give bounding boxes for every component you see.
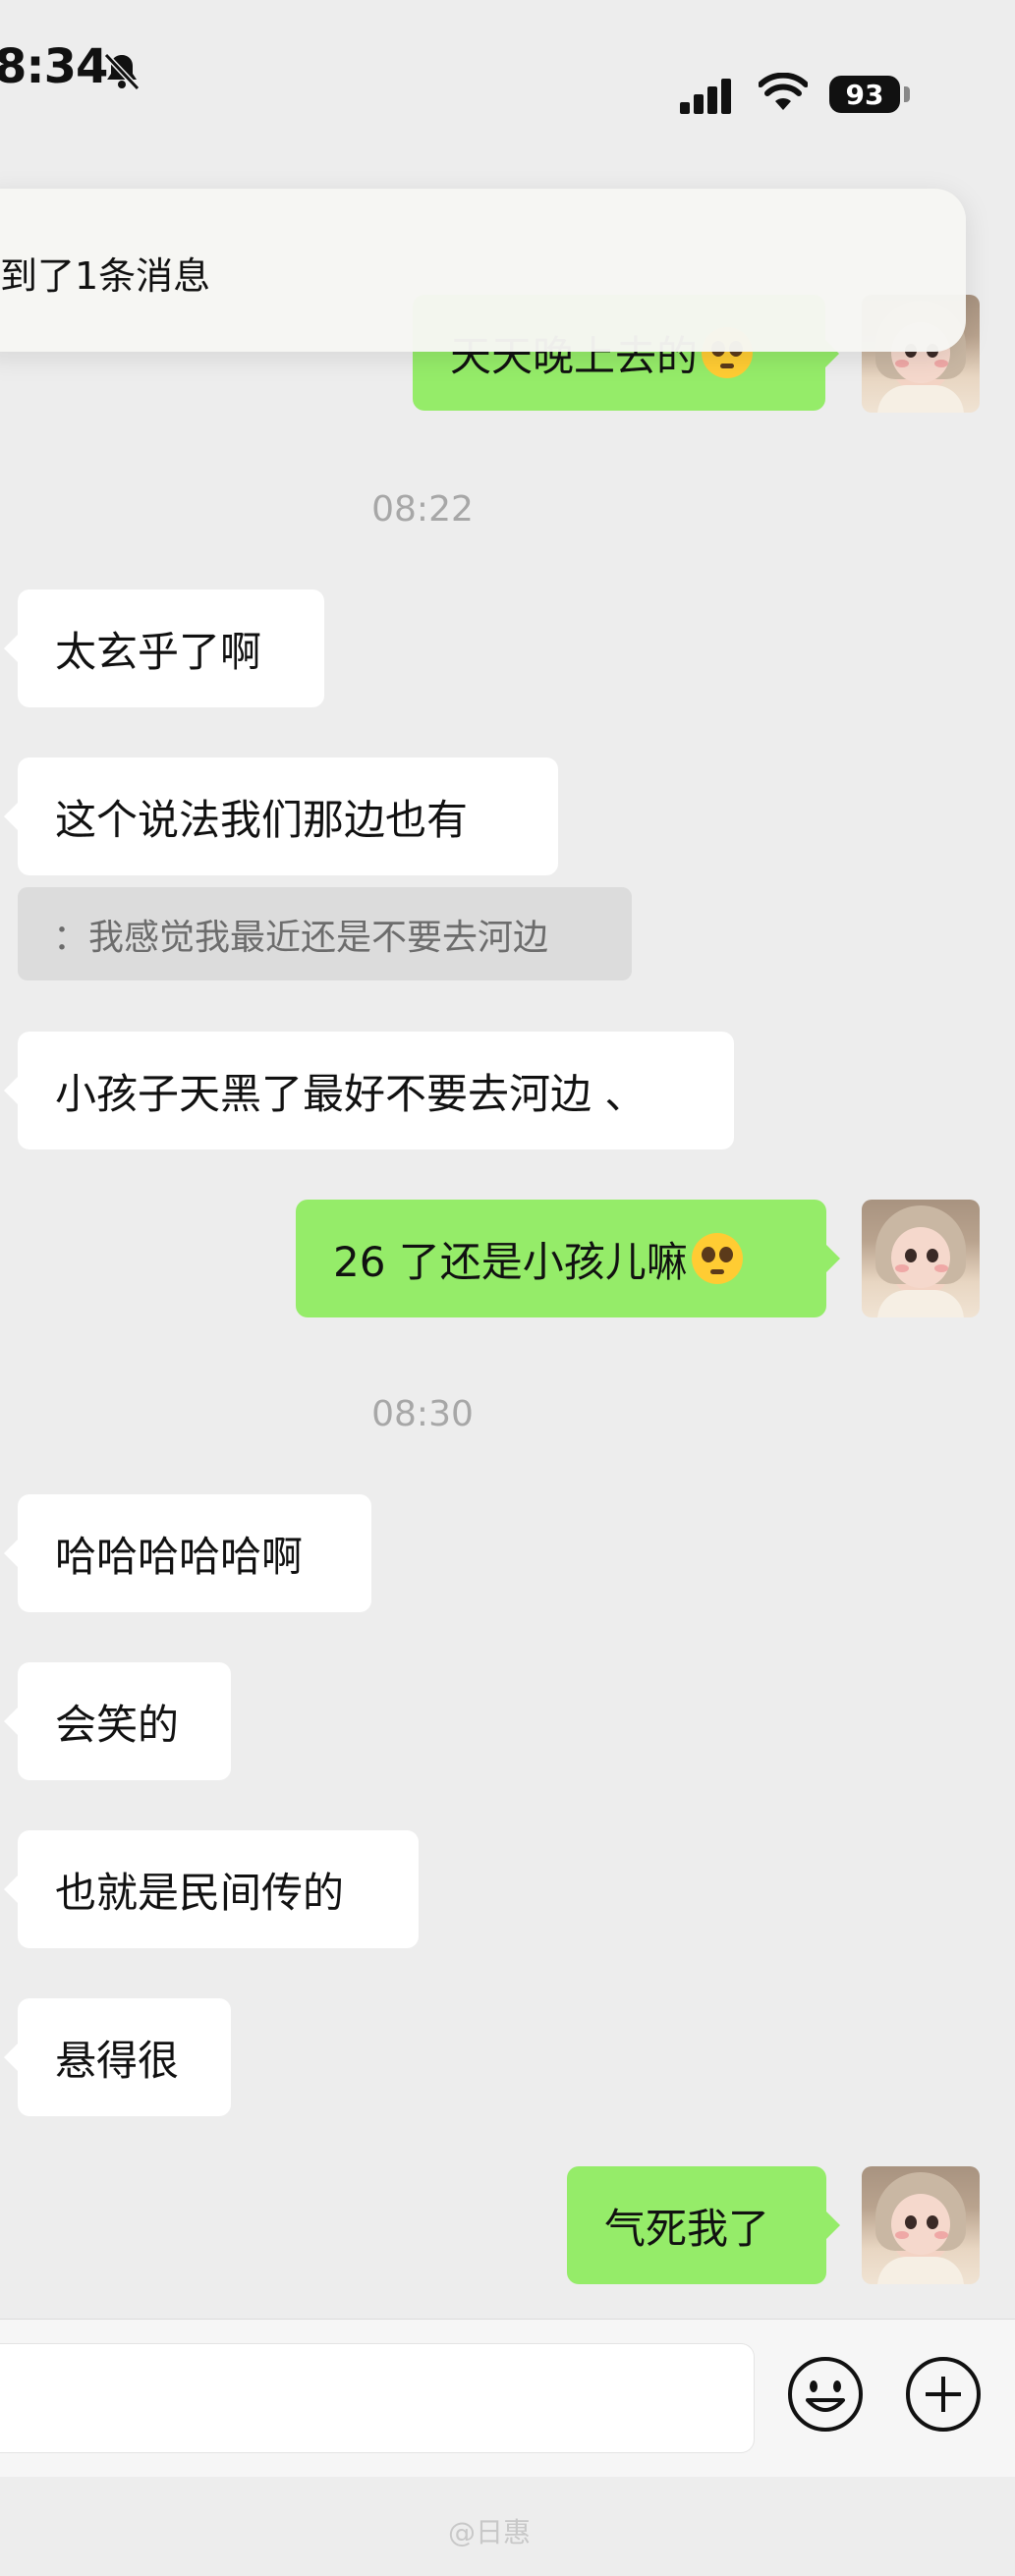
message-bubble-in[interactable]: 悬得很 — [4, 1998, 231, 2116]
watermark: @日惠 — [448, 2516, 532, 2548]
notification-banner[interactable]: 到了1条消息 — [0, 189, 966, 352]
signal-icon — [680, 79, 731, 114]
status-time: 8:34 — [0, 39, 108, 94]
emoji-button-icon[interactable] — [786, 2355, 865, 2434]
input-bar — [0, 2319, 1015, 2477]
message-bubble-out[interactable]: 26 了还是小孩儿嘛 — [296, 1200, 840, 1317]
battery-indicator: 93 — [829, 76, 900, 113]
wifi-icon — [759, 73, 808, 110]
timestamp: 08:30 — [371, 1394, 474, 1434]
message-input[interactable] — [0, 2343, 755, 2453]
message-bubble-in[interactable]: 会笑的 — [4, 1662, 231, 1780]
status-bar: 8:34 93 — [0, 0, 1015, 167]
avatar[interactable] — [862, 1200, 980, 1317]
message-bubble-in[interactable]: 太玄乎了啊 — [4, 589, 324, 707]
battery-cap — [904, 86, 910, 102]
message-bubble-in[interactable]: 也就是民间传的 — [4, 1830, 419, 1948]
timestamp: 08:22 — [371, 489, 474, 530]
message-bubble-in[interactable]: 哈哈哈哈哈啊 — [4, 1494, 371, 1612]
message-bubble-out[interactable]: 气死我了 — [567, 2166, 840, 2284]
bell-slash-icon — [103, 52, 141, 91]
quoted-message[interactable]: ：我感觉我最近还是不要去河边 — [18, 887, 632, 980]
plus-button-icon[interactable] — [904, 2355, 983, 2434]
message-bubble-in[interactable]: 这个说法我们那边也有 — [4, 757, 558, 875]
notification-text: 到了1条消息 — [0, 254, 211, 298]
pleading-face-emoji-icon — [691, 1233, 743, 1284]
avatar[interactable] — [862, 2166, 980, 2284]
message-bubble-in[interactable]: 小孩子天黑了最好不要去河边 、 — [4, 1032, 734, 1149]
